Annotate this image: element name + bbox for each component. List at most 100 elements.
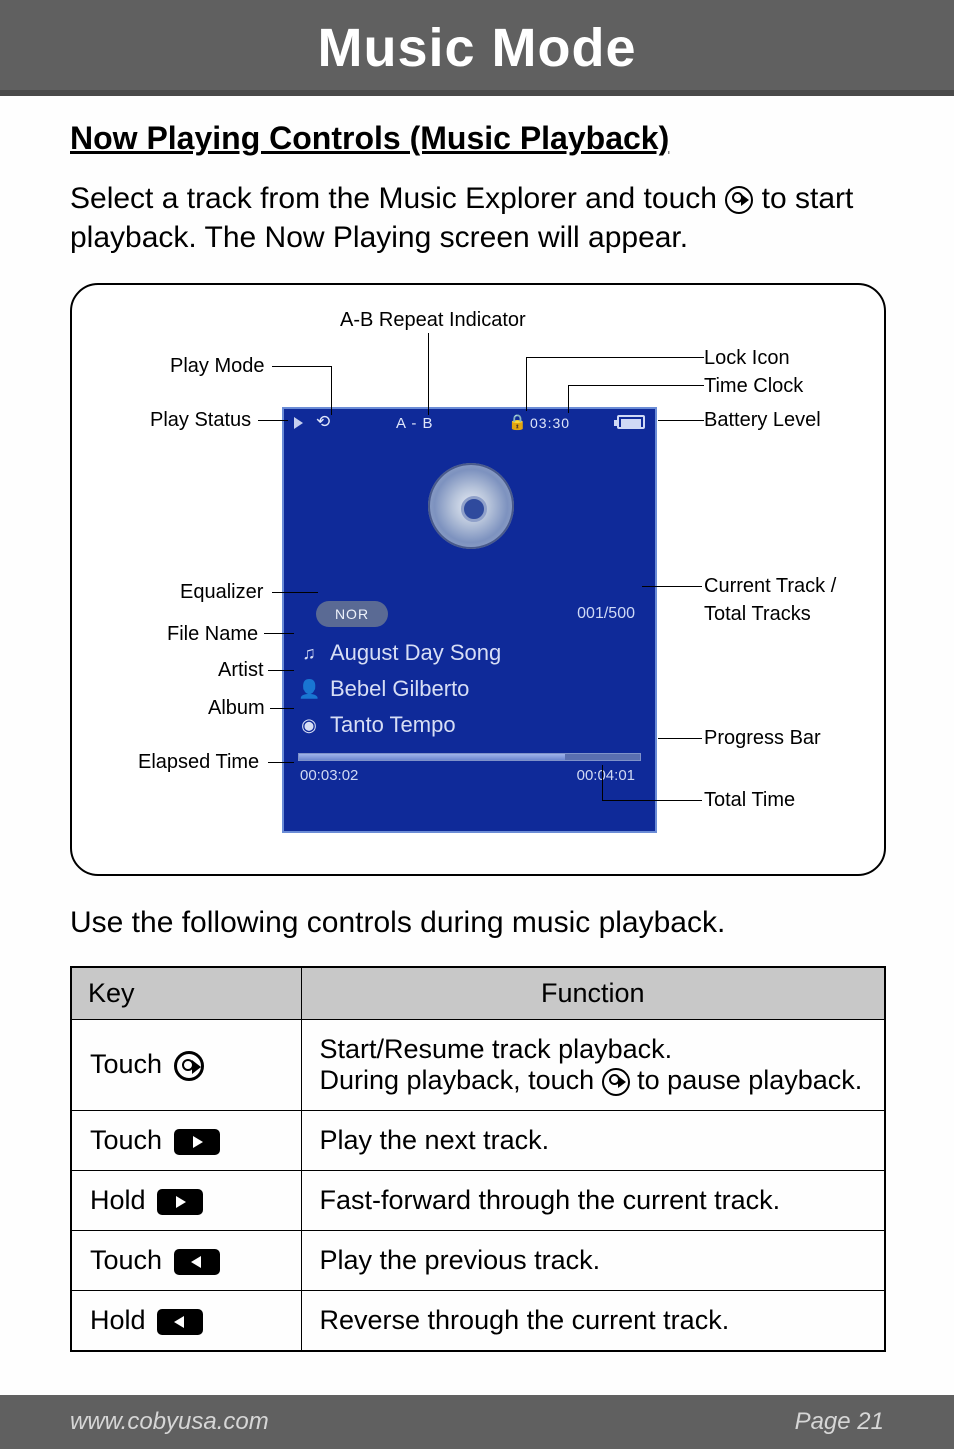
- next-button-icon: [157, 1189, 203, 1215]
- track-counter: 001/500: [577, 605, 635, 623]
- play-icon: [725, 186, 753, 214]
- function-cell: Reverse through the current track.: [301, 1291, 885, 1352]
- page-title: Music Mode: [0, 0, 954, 96]
- leader-line: [602, 800, 702, 801]
- footer-url: www.cobyusa.com: [70, 1408, 269, 1436]
- status-bar: ⟲ A - B 🔒 03:30: [284, 409, 655, 439]
- time-clock-value: 03:30: [530, 415, 570, 431]
- key-prefix: Hold: [90, 1185, 153, 1215]
- leader-line: [264, 633, 294, 634]
- disc-icon: [428, 463, 514, 549]
- play-icon: [174, 1051, 204, 1081]
- label-play-mode: Play Mode: [170, 355, 265, 378]
- label-battery-level: Battery Level: [704, 409, 821, 432]
- label-current-track-2: Total Tracks: [704, 603, 811, 626]
- table-row: Touch Play the previous track.: [71, 1231, 885, 1291]
- person-icon: 👤: [298, 679, 320, 700]
- table-row: Touch Start/Resume track playback. Durin…: [71, 1020, 885, 1111]
- progress-fill: [299, 754, 565, 760]
- controls-intro: Use the following controls during music …: [70, 906, 884, 940]
- label-total-time: Total Time: [704, 789, 795, 812]
- document-page: Music Mode Now Playing Controls (Music P…: [0, 0, 954, 1449]
- label-progress-bar: Progress Bar: [704, 727, 821, 750]
- footer-page: Page 21: [795, 1408, 884, 1436]
- leader-line: [272, 366, 332, 367]
- leader-line: [642, 586, 702, 587]
- play-icon: [602, 1068, 630, 1096]
- leader-line: [268, 762, 294, 763]
- leader-line: [568, 385, 569, 413]
- leader-line: [258, 420, 288, 421]
- key-prefix: Touch: [90, 1125, 170, 1155]
- header-key: Key: [71, 967, 301, 1020]
- leader-line: [602, 765, 603, 800]
- prev-button-icon: [174, 1249, 220, 1275]
- album-value: Tanto Tempo: [330, 712, 456, 738]
- leader-line: [272, 592, 318, 593]
- key-cell: Hold: [71, 1291, 301, 1352]
- label-artist: Artist: [218, 659, 264, 682]
- function-cell: Start/Resume track playback. During play…: [301, 1020, 885, 1111]
- leader-line: [526, 357, 527, 411]
- label-lock-icon: Lock Icon: [704, 347, 790, 370]
- label-ab-repeat: A-B Repeat Indicator: [340, 309, 526, 332]
- leader-line: [526, 357, 704, 358]
- leader-line: [568, 385, 704, 386]
- table-header-row: Key Function: [71, 967, 885, 1020]
- label-album: Album: [208, 697, 265, 720]
- key-prefix: Touch: [90, 1245, 170, 1275]
- key-cell: Touch: [71, 1020, 301, 1111]
- leader-line: [270, 708, 294, 709]
- equalizer-row: NOR 001/500: [284, 599, 655, 635]
- intro-paragraph: Select a track from the Music Explorer a…: [70, 179, 884, 257]
- prev-button-icon: [157, 1309, 203, 1335]
- time-row: 00:03:02 00:04:01: [284, 767, 655, 793]
- label-time-clock: Time Clock: [704, 375, 803, 398]
- equalizer-pill: NOR: [316, 601, 388, 627]
- function-cell: Play the previous track.: [301, 1231, 885, 1291]
- disc-small-icon: ◉: [298, 715, 320, 736]
- function-cell: Fast-forward through the current track.: [301, 1171, 885, 1231]
- now-playing-diagram: ⟲ A - B 🔒 03:30 NOR 001/500 ♫ August Day…: [70, 283, 886, 876]
- key-prefix: Hold: [90, 1305, 153, 1335]
- header-function: Function: [301, 967, 885, 1020]
- key-cell: Touch: [71, 1231, 301, 1291]
- leader-line: [268, 670, 294, 671]
- file-name-value: August Day Song: [330, 640, 501, 666]
- music-note-icon: ♫: [298, 643, 320, 664]
- controls-table: Key Function Touch Start/Resume track pl…: [70, 966, 886, 1352]
- key-cell: Hold: [71, 1171, 301, 1231]
- lock-icon: 🔒: [508, 413, 528, 431]
- label-play-status: Play Status: [150, 409, 251, 432]
- key-cell: Touch: [71, 1111, 301, 1171]
- artist-value: Bebel Gilberto: [330, 676, 469, 702]
- section-heading: Now Playing Controls (Music Playback): [70, 120, 884, 157]
- total-time-value: 00:04:01: [577, 767, 635, 784]
- album-row: ◉ Tanto Tempo: [284, 707, 655, 743]
- progress-bar: [298, 753, 641, 761]
- function-cell: Play the next track.: [301, 1111, 885, 1171]
- intro-text-1: Select a track from the Music Explorer a…: [70, 182, 725, 215]
- elapsed-time-value: 00:03:02: [300, 767, 358, 784]
- album-art-area: [284, 439, 655, 599]
- fn-line1: Start/Resume track playback.: [320, 1034, 673, 1064]
- key-prefix: Touch: [90, 1049, 170, 1079]
- table-row: Hold Fast-forward through the current tr…: [71, 1171, 885, 1231]
- label-equalizer: Equalizer: [180, 581, 263, 604]
- leader-line: [331, 366, 332, 415]
- battery-icon: [617, 415, 645, 429]
- play-mode-icon: ⟲: [316, 412, 331, 432]
- next-button-icon: [174, 1129, 220, 1155]
- fn-line2b: to pause playback.: [630, 1065, 863, 1095]
- ab-repeat-indicator: A - B: [396, 415, 434, 432]
- play-status-icon: [294, 417, 303, 429]
- header-bar: Music Mode: [0, 0, 954, 96]
- leader-line: [428, 333, 429, 415]
- label-current-track-1: Current Track /: [704, 575, 836, 598]
- footer-bar: www.cobyusa.com Page 21: [0, 1395, 954, 1449]
- label-file-name: File Name: [167, 623, 258, 646]
- fn-line2a: During playback, touch: [320, 1065, 602, 1095]
- table-row: Touch Play the next track.: [71, 1111, 885, 1171]
- leader-line: [658, 738, 702, 739]
- leader-line: [658, 420, 704, 421]
